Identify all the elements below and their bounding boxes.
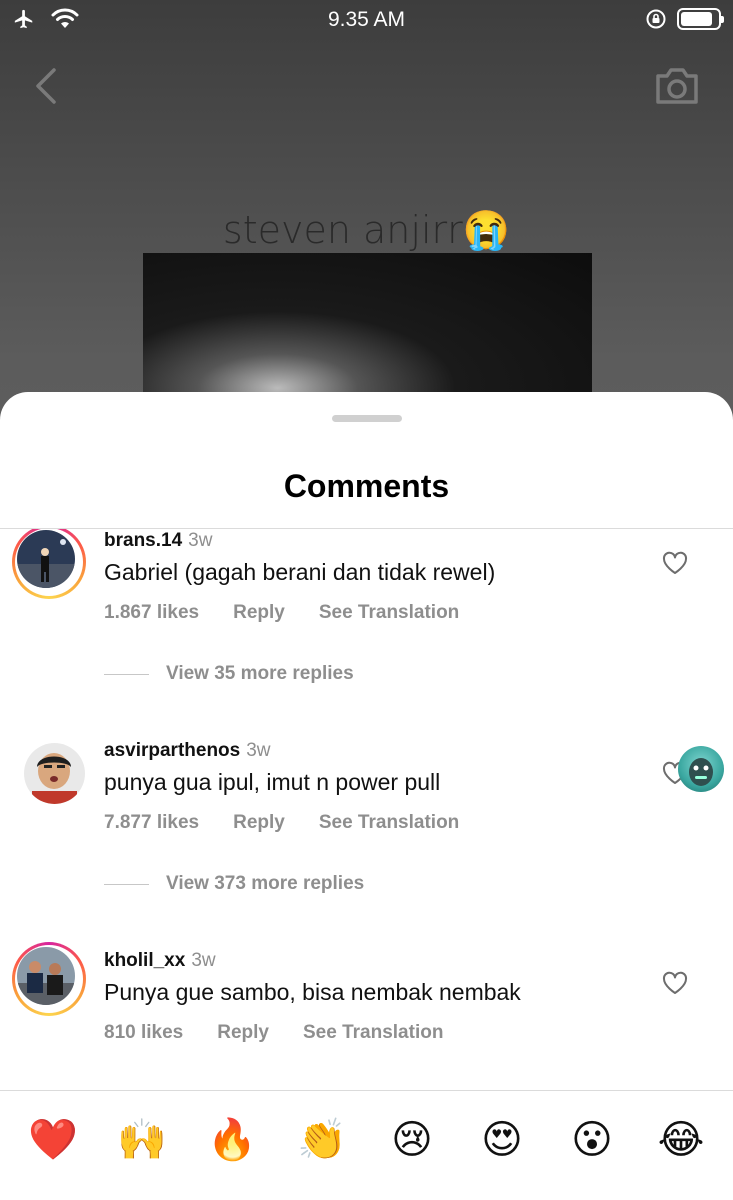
back-button[interactable] [28, 64, 68, 108]
emoji-button-heart[interactable]: ❤️ [28, 1115, 78, 1165]
comments-sheet: Comments brans.14 3w Gabriel (gagah bera… [0, 392, 733, 1200]
battery-icon [677, 8, 724, 30]
comment-text: Gabriel (gagah berani dan tidak rewel) [104, 559, 496, 585]
avatar [17, 530, 75, 588]
replies-divider-line [104, 883, 149, 885]
avatar-story-ring[interactable] [12, 529, 86, 599]
comment-actions: 1.867 likes Reply See Translation [104, 602, 459, 624]
view-replies-button[interactable]: View 373 more replies [104, 869, 364, 899]
emoji-quick-reactions: ❤️ 🙌 🔥 👏 😢 😍 😮 😂 [0, 1091, 733, 1200]
comment-username[interactable]: kholil_xx 3w [104, 950, 216, 972]
comment-likes[interactable]: 1.867 likes [104, 602, 199, 624]
comment-username[interactable]: asvirparthenos 3w [104, 740, 271, 762]
avatar[interactable] [24, 743, 85, 804]
emoji-button-heart-eyes[interactable]: 😍 [477, 1115, 527, 1165]
story-caption-emoji: 😭 [462, 208, 511, 252]
like-button[interactable] [662, 971, 688, 995]
comment-time: 3w [246, 740, 271, 761]
comment-text: Punya gue sambo, bisa nembak nembak [104, 979, 521, 1005]
comment-text: punya gua ipul, imut n power pull [104, 769, 441, 795]
avatar [17, 947, 75, 1005]
reply-button[interactable]: Reply [217, 1022, 269, 1044]
view-replies-label[interactable]: View 373 more replies [166, 873, 364, 895]
orientation-lock-icon [646, 9, 666, 29]
status-time: 9.35 AM [327, 8, 406, 31]
chevron-left-icon [36, 68, 56, 104]
comment-likes[interactable]: 7.877 likes [104, 812, 199, 834]
avatar-story-ring[interactable] [12, 942, 86, 1016]
comment-item: asvirparthenos 3w punya gua ipul, imut n … [0, 739, 733, 849]
heart-outline-icon [662, 971, 688, 994]
like-button[interactable] [662, 551, 688, 575]
reply-button[interactable]: Reply [233, 602, 285, 624]
comment-actions: 7.877 likes Reply See Translation [104, 812, 459, 834]
see-translation-button[interactable]: See Translation [303, 1022, 443, 1044]
emoji-button-surprised[interactable]: 😮 [567, 1115, 617, 1165]
emoji-button-cry[interactable]: 😢 [387, 1115, 437, 1165]
camera-button[interactable] [652, 62, 702, 110]
see-translation-button[interactable]: See Translation [319, 602, 459, 624]
battery-level [681, 12, 712, 26]
comment-likes[interactable]: 810 likes [104, 1022, 183, 1044]
view-replies-button[interactable]: View 35 more replies [104, 659, 354, 689]
story-caption-text: steven anjirr [222, 208, 463, 252]
emoji-button-clap[interactable]: 👏 [297, 1115, 347, 1165]
camera-icon [656, 68, 698, 104]
comment-item: brans.14 3w Gabriel (gagah berani dan tid… [0, 529, 733, 639]
sheet-title: Comments [283, 468, 450, 504]
status-bar: 9.35 AM [0, 0, 733, 40]
emoji-button-raised-hands[interactable]: 🙌 [117, 1115, 167, 1165]
story-caption: steven anjirr😭 [0, 208, 733, 253]
comment-time: 3w [188, 530, 213, 551]
view-replies-label[interactable]: View 35 more replies [166, 663, 354, 685]
floating-sticker-avatar[interactable] [678, 746, 724, 792]
comment-item: kholil_xx 3w Punya gue sambo, bisa nembak… [0, 942, 733, 1059]
reply-button[interactable]: Reply [233, 812, 285, 834]
story-media[interactable] [143, 253, 592, 403]
emoji-button-fire[interactable]: 🔥 [207, 1115, 257, 1165]
heart-outline-icon [662, 551, 688, 574]
replies-divider-line [104, 673, 149, 675]
comments-list[interactable]: brans.14 3w Gabriel (gagah berani dan tid… [0, 529, 733, 1089]
comment-time: 3w [191, 950, 216, 971]
sheet-grabber[interactable] [332, 415, 402, 422]
emoji-button-laugh[interactable]: 😂 [656, 1115, 706, 1165]
comment-username[interactable]: brans.14 3w [104, 530, 212, 552]
see-translation-button[interactable]: See Translation [319, 812, 459, 834]
comment-actions: 810 likes Reply See Translation [104, 1022, 443, 1044]
status-right-icons [645, 8, 724, 30]
